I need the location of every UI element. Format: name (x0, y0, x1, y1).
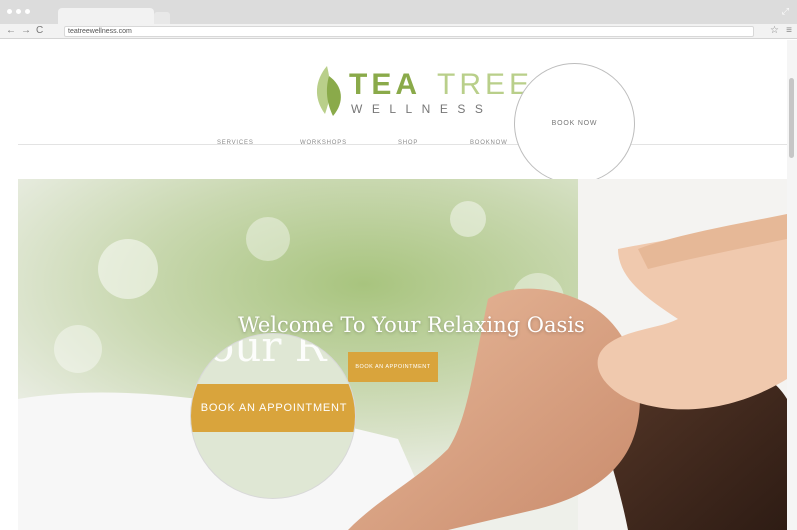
star-icon[interactable]: ☆ (770, 25, 779, 36)
nav-shop[interactable]: SHOP (398, 140, 418, 146)
new-tab-button[interactable] (154, 12, 170, 24)
magnified-book-appointment-button[interactable]: BOOK AN APPOINTMENT (191, 384, 355, 432)
logo-text-wellness: WELLNESS (351, 102, 493, 116)
hero-section: Welcome To Your Relaxing Oasis BOOK AN A… (18, 179, 787, 530)
book-appointment-button[interactable]: BOOK AN APPOINTMENT (348, 352, 438, 382)
browser-tab[interactable] (58, 8, 154, 24)
magnified-hero-title: our R (209, 333, 327, 371)
nav-workshops[interactable]: WORKSHOPS (300, 140, 347, 146)
leaf-icon (316, 66, 341, 116)
fullscreen-icon[interactable]: ⤢ (782, 6, 789, 17)
nav-services[interactable]: SERVICES (217, 140, 254, 146)
teatree-logo[interactable]: TEA TREE WELLNESS (313, 62, 529, 122)
logo-text-tree: TREE (437, 68, 534, 101)
menu-icon[interactable]: ≡ (786, 25, 792, 36)
book-now-label: BOOK NOW (551, 120, 598, 127)
close-window-dot[interactable] (7, 9, 12, 14)
nav-booknow[interactable]: BOOKNOW (470, 140, 508, 146)
browser-titlebar: ⤢ (0, 0, 797, 24)
forward-arrow-icon[interactable]: → (21, 25, 31, 36)
page-scrollbar[interactable] (787, 40, 797, 530)
web-page: TEA TREE WELLNESS SERVICES WORKSHOPS SHO… (18, 40, 787, 530)
zoom-magnifier: our R BOOK AN APPOINTMENT (190, 333, 356, 499)
zoom-window-dot[interactable] (25, 9, 30, 14)
back-arrow-icon[interactable]: ← (6, 25, 16, 36)
reload-icon[interactable]: C (36, 25, 43, 36)
scroll-thumb[interactable] (789, 78, 794, 158)
browser-toolbar: ← → C teatreewellness.com ☆ ≡ (0, 24, 797, 39)
window-controls[interactable] (7, 9, 30, 14)
book-now-magnifier[interactable]: BOOK NOW (514, 63, 635, 184)
logo-text-tea: TEA (349, 68, 421, 101)
minimize-window-dot[interactable] (16, 9, 21, 14)
address-bar[interactable]: teatreewellness.com (64, 26, 754, 37)
